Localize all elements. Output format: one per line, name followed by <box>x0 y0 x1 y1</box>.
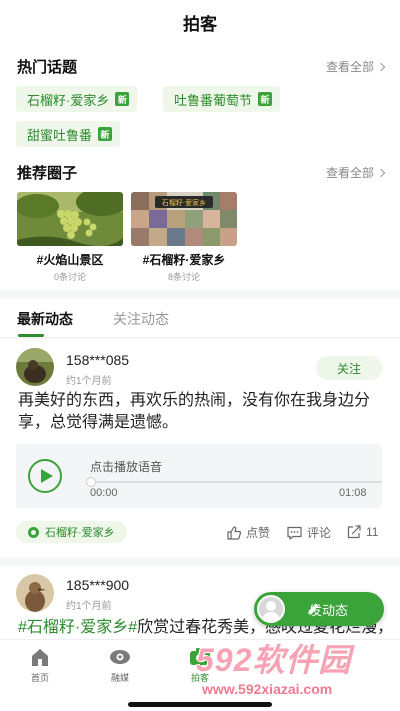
topic-chip[interactable]: 甜蜜吐鲁番 新 <box>16 121 121 147</box>
circles-title: 推荐圈子 <box>17 165 78 182</box>
comment-label: 评论 <box>307 526 332 540</box>
pencil-icon <box>308 603 319 614</box>
chevron-right-icon <box>376 168 386 177</box>
avatar[interactable] <box>16 348 54 386</box>
post-hashtag[interactable]: #石榴籽·爱家乡# <box>18 619 137 636</box>
circles-header: 推荐圈子 查看全部 <box>17 162 386 183</box>
circle-card[interactable]: 石榴籽·爱家乡 #石榴籽·爱家乡 8条讨论 <box>131 192 237 283</box>
post-topic-tag[interactable]: 石榴籽·爱家乡 <box>16 521 127 543</box>
post-time: 约1个月前 <box>66 376 112 387</box>
nav-media[interactable]: 融媒 <box>90 646 150 684</box>
user-avatar-icon <box>257 595 285 623</box>
tab-following[interactable]: 关注动态 <box>113 309 169 329</box>
voice-progress-track[interactable] <box>90 481 382 483</box>
like-label: 点赞 <box>246 526 271 540</box>
voice-player: 点击播放语音 00:00 01:08 <box>16 444 382 508</box>
home-icon <box>28 646 52 668</box>
post-username[interactable]: 185***900 <box>66 577 129 593</box>
voice-progress-knob[interactable] <box>86 477 96 487</box>
hot-topics-view-all[interactable]: 查看全部 <box>325 58 386 75</box>
tab-underline <box>18 334 44 337</box>
nav-label: 融媒 <box>110 673 129 683</box>
circle-image-collage: 石榴籽·爱家乡 <box>131 192 237 246</box>
share-icon <box>347 525 361 539</box>
post-text: 再美好的东西，再欢乐的热闹，没有你在我身边分享，总觉得满是遗憾。 <box>18 392 371 431</box>
watermark-url: www.592xiazai.com <box>202 681 333 697</box>
play-button[interactable] <box>28 459 62 493</box>
follow-button[interactable]: 关注 <box>316 356 382 380</box>
post-time: 约1个月前 <box>66 601 112 612</box>
view-all-label: 查看全部 <box>325 166 374 180</box>
circle-card[interactable]: #火焰山景区 0条讨论 <box>17 192 123 283</box>
share-count: 11 <box>366 525 379 539</box>
topic-icon <box>28 526 39 538</box>
circle-image-grapes <box>17 192 123 246</box>
circle-name: #火焰山景区 <box>36 253 104 267</box>
post-username[interactable]: 158***085 <box>66 352 129 368</box>
circle-name: #石榴籽·爱家乡 <box>142 253 226 267</box>
new-badge: 新 <box>115 92 130 106</box>
topic-label: 甜蜜吐鲁番 <box>27 127 93 143</box>
page-title: 拍客 <box>183 14 217 34</box>
topic-label: 石榴籽·爱家乡 <box>27 92 110 108</box>
hot-topics-title: 热门话题 <box>17 59 78 76</box>
like-button[interactable]: 点赞 <box>226 524 270 541</box>
comment-icon <box>287 526 302 540</box>
site-watermark: 592软件园 www.592xiazai.com <box>196 633 400 711</box>
topic-label: 吐鲁番葡萄节 <box>174 92 253 108</box>
view-all-label: 查看全部 <box>325 60 374 74</box>
circle-count: 8条讨论 <box>167 272 200 282</box>
new-badge: 新 <box>258 92 273 106</box>
circles-view-all[interactable]: 查看全部 <box>325 164 386 181</box>
topic-chip[interactable]: 吐鲁番葡萄节 新 <box>163 86 281 112</box>
topic-chip[interactable]: 石榴籽·爱家乡 新 <box>16 86 138 112</box>
nav-home[interactable]: 首页 <box>10 646 70 684</box>
post-topic-label: 石榴籽·爱家乡 <box>45 527 115 539</box>
watermark-brand: 592软件园 <box>196 642 352 678</box>
hot-topics-header: 热门话题 查看全部 <box>17 56 386 77</box>
circle-count: 0条讨论 <box>53 272 86 282</box>
hot-topics-section: 热门话题 查看全部 石榴籽·爱家乡 新 吐鲁番葡萄节 新 甜蜜吐鲁番 新 <box>0 44 400 150</box>
home-indicator <box>128 702 272 707</box>
compose-button[interactable]: 发动态 <box>254 592 384 626</box>
comment-button[interactable]: 评论 <box>286 524 331 541</box>
voice-label: 点击播放语音 <box>90 460 163 474</box>
new-badge: 新 <box>98 127 113 141</box>
avatar[interactable] <box>16 574 54 612</box>
tab-latest[interactable]: 最新动态 <box>17 309 73 329</box>
chevron-right-icon <box>376 62 386 71</box>
thumbs-up-icon <box>227 525 242 540</box>
voice-duration: 01:08 <box>339 487 367 499</box>
eye-icon <box>108 646 132 668</box>
play-icon <box>40 469 53 483</box>
feed-tabs: 最新动态 关注动态 <box>0 298 400 338</box>
top-header: 拍客 <box>0 0 400 44</box>
circle-banner-text: 石榴籽·爱家乡 <box>162 198 206 207</box>
share-button[interactable]: 11 <box>346 524 378 540</box>
voice-current-time: 00:00 <box>90 487 118 499</box>
nav-label: 首页 <box>30 673 49 683</box>
